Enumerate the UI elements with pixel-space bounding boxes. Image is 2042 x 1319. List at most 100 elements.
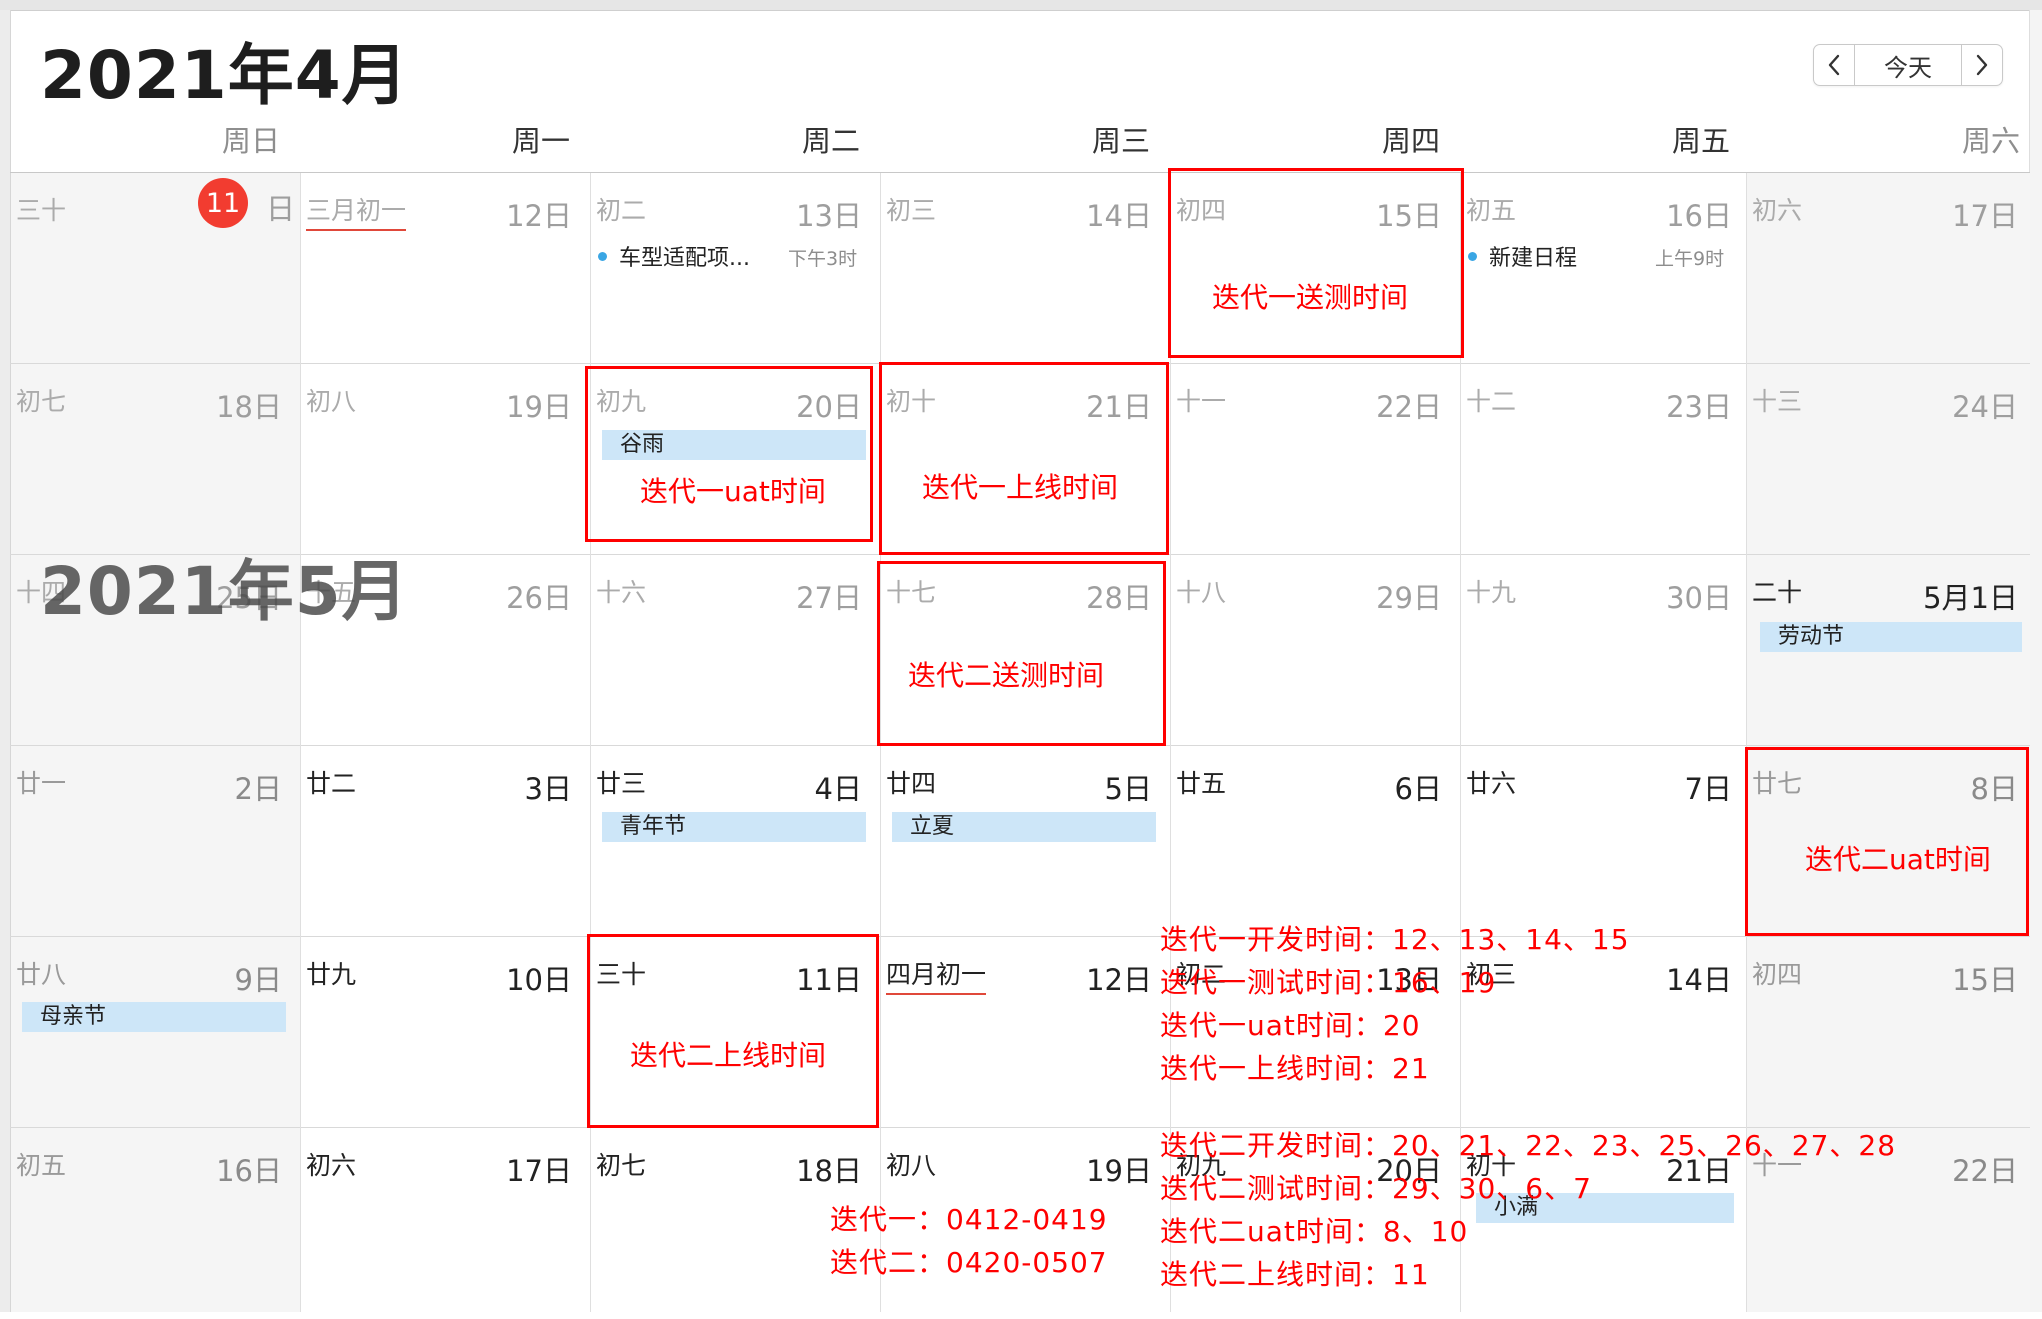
day-number: 5月1日 <box>1923 581 2018 615</box>
lunar-date: 三月初一 <box>306 191 407 231</box>
day-number: 19日 <box>506 390 572 424</box>
day-cell[interactable]: 初四 15日 <box>1746 937 2036 1128</box>
day-number: 24日 <box>1952 390 2018 424</box>
weekday-mon: 周一 <box>511 124 570 158</box>
note-line: 迭代二上线时间：11 <box>1160 1258 1430 1291</box>
day-number: 16日 <box>1666 199 1732 233</box>
day-number: 15日 <box>1952 963 2018 997</box>
day-number: 26日 <box>506 581 572 615</box>
day-cell[interactable]: 初三 14日 <box>1460 937 1750 1128</box>
iter1-release-label: 迭代一上线时间 <box>922 471 1119 504</box>
lunar-date: 初六 <box>1752 196 1803 225</box>
day-cell[interactable]: 十九 30日 <box>1460 555 1750 746</box>
day-cell[interactable]: 十一 22日 <box>1170 364 1460 555</box>
day-number: 29日 <box>1376 581 1442 615</box>
lunar-date: 十九 <box>1466 578 1517 607</box>
day-number: 16日 <box>216 1154 282 1188</box>
lunar-date: 十一 <box>1176 387 1227 416</box>
day-cell[interactable]: 初七 18日 <box>10 364 300 555</box>
lunar-date: 初四 <box>1752 960 1803 989</box>
event-dot-icon <box>1468 251 1477 261</box>
day-cell[interactable]: 十三 24日 <box>1746 364 2036 555</box>
day-number: 22日 <box>1376 390 1442 424</box>
calendar-event[interactable]: 新建日程 <box>1468 240 1577 272</box>
next-month-button[interactable] <box>1962 45 2002 85</box>
iter1-test-box <box>1168 168 1464 358</box>
day-number: 2日 <box>234 772 282 806</box>
event-title: 新建日程 <box>1489 246 1578 271</box>
chevron-right-icon <box>1976 54 1988 76</box>
weekday-sun: 周日 <box>221 124 280 158</box>
lunar-date: 廿八 <box>16 960 67 989</box>
day-cell[interactable]: 初六 17日 <box>1746 173 2036 364</box>
day-cell[interactable]: 廿五 6日 <box>1170 746 1460 937</box>
day-number: 13日 <box>796 199 862 233</box>
lunar-date: 初六 <box>306 1151 357 1180</box>
day-cell[interactable]: 四月初一 12日 <box>880 937 1170 1128</box>
range-line: 迭代一：0412-0419 <box>830 1203 1108 1236</box>
chevron-left-icon <box>1828 54 1840 76</box>
note-line: 迭代一开发时间：12、13、14、15 <box>1160 923 1630 956</box>
day-number: 27日 <box>796 581 862 615</box>
lunar-date: 初二 <box>596 196 647 225</box>
note-line: 迭代二uat时间：8、10 <box>1160 1215 1469 1248</box>
day-number: 10日 <box>506 963 572 997</box>
lunar-date: 廿五 <box>1176 769 1227 798</box>
iter2-test-label: 迭代二送测时间 <box>908 659 1105 692</box>
day-number: 12日 <box>506 199 572 233</box>
prev-month-button[interactable] <box>1814 45 1854 85</box>
day-cell[interactable]: 初六 17日 <box>300 1128 590 1319</box>
day-cell[interactable]: 十八 29日 <box>1170 555 1460 746</box>
day-number: 6日 <box>1394 772 1442 806</box>
today-badge[interactable]: 11 <box>198 178 248 228</box>
allday-event[interactable]: 青年节 <box>602 812 866 842</box>
today-suffix: 日 <box>266 192 296 226</box>
iter2-uat-label: 迭代二uat时间 <box>1805 843 1991 876</box>
lunar-date: 初八 <box>306 387 357 416</box>
lunar-date: 初三 <box>886 196 937 225</box>
day-cell[interactable]: 初五 16日 <box>10 1128 300 1319</box>
note-line: 迭代二开发时间：20、21、22、23、25、26、27、28 <box>1160 1129 1897 1162</box>
day-cell[interactable]: 十二 23日 <box>1460 364 1750 555</box>
day-number: 17日 <box>1952 199 2018 233</box>
event-time: 上午9时 <box>1655 248 1725 270</box>
day-number: 30日 <box>1666 581 1732 615</box>
iter1-uat-box <box>585 366 873 542</box>
day-cell[interactable]: 廿二 3日 <box>300 746 590 937</box>
allday-event[interactable]: 母亲节 <box>22 1002 286 1032</box>
day-cell[interactable]: 初八 19日 <box>300 364 590 555</box>
day-cell[interactable]: 廿九 10日 <box>300 937 590 1128</box>
event-title: 车型适配项... <box>619 246 750 271</box>
today-button[interactable]: 今天 <box>1854 45 1962 85</box>
lunar-date: 廿九 <box>306 960 357 989</box>
day-cell[interactable]: 初三 14日 <box>880 173 1170 364</box>
lunar-date: 初七 <box>596 1151 647 1180</box>
note-line: 迭代一上线时间：21 <box>1160 1052 1430 1085</box>
month-title: 2021年4月 <box>40 37 409 114</box>
allday-event[interactable]: 劳动节 <box>1760 622 2022 652</box>
calendar-event[interactable]: 车型适配项... <box>598 240 750 272</box>
weekday-thu: 周四 <box>1381 124 1440 158</box>
lunar-date: 初五 <box>1466 196 1517 225</box>
lunar-date: 廿四 <box>886 769 937 798</box>
day-cell[interactable]: 三十 <box>10 173 300 364</box>
lunar-date: 初七 <box>16 387 67 416</box>
note-line: 迭代一测试时间：16、19 <box>1160 966 1497 999</box>
day-number: 5日 <box>1104 772 1152 806</box>
iter1-test-label: 迭代一送测时间 <box>1212 281 1409 314</box>
day-cell[interactable]: 廿八 9日 <box>10 937 300 1128</box>
weekday-wed: 周三 <box>1091 124 1150 158</box>
iter1-uat-label: 迭代一uat时间 <box>640 475 826 508</box>
allday-event[interactable]: 立夏 <box>892 812 1156 842</box>
day-number: 7日 <box>1684 772 1732 806</box>
day-number: 14日 <box>1086 199 1152 233</box>
day-cell[interactable]: 十六 27日 <box>590 555 880 746</box>
lunar-date: 十三 <box>1752 387 1803 416</box>
date-navigation: 今天 <box>1813 44 2003 86</box>
lunar-date: 四月初一 <box>886 955 987 995</box>
day-cell[interactable]: 廿六 7日 <box>1460 746 1750 937</box>
day-number: 18日 <box>796 1154 862 1188</box>
day-cell[interactable]: 三月初一 12日 <box>300 173 590 364</box>
event-time: 下午3时 <box>788 248 858 270</box>
day-cell[interactable]: 廿一 2日 <box>10 746 300 937</box>
